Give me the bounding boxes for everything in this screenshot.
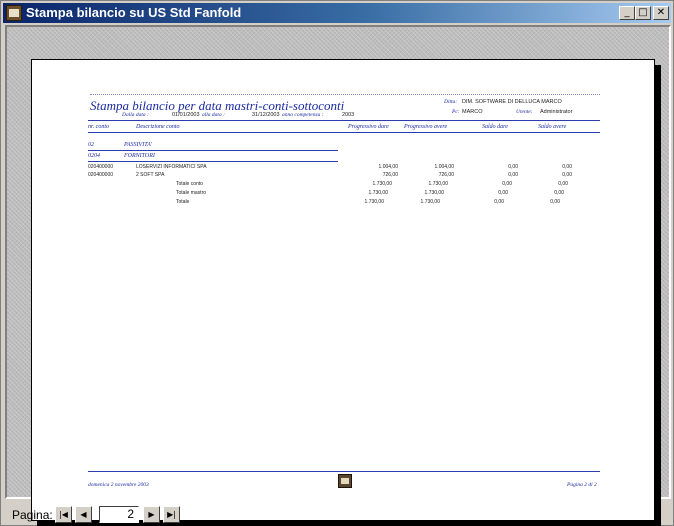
- page-number-input[interactable]: 2: [99, 506, 139, 523]
- alla-value: 31/12/2003: [252, 112, 280, 118]
- total-mastro-label: Totale mastro: [176, 190, 207, 196]
- row-1-code: 020400000: [88, 164, 114, 170]
- minimize-button[interactable]: _: [619, 6, 635, 20]
- row-2-avere: 726,00: [438, 172, 454, 178]
- col-progr-avere: Progressivo avere: [404, 124, 448, 130]
- title-bar[interactable]: Stampa bilancio su US Std Fanfold _ □ ✕: [3, 3, 671, 23]
- total-conto-dare: 1.730,00: [372, 181, 392, 187]
- dalla-label: Dalla data :: [122, 112, 149, 118]
- anno-label: anno competenza :: [282, 112, 324, 118]
- row-1-savere: 0,00: [562, 164, 572, 170]
- total-conto-sdare: 0,00: [502, 181, 512, 187]
- last-page-icon[interactable]: ▶|: [163, 506, 180, 523]
- mastro-desc: PASSIVITA': [124, 142, 153, 148]
- first-page-icon[interactable]: |◀: [55, 506, 72, 523]
- col-saldo-dare: Saldo dare: [482, 124, 508, 130]
- utente-label: Utente:: [516, 109, 533, 115]
- conto-desc: FORNITORI: [124, 153, 155, 159]
- col-saldo-avere: Saldo avere: [538, 124, 567, 130]
- total-dare: 1.730,00: [364, 199, 384, 205]
- pc-label: Pc:: [452, 109, 460, 115]
- total-mastro-avere: 1.730,00: [424, 190, 444, 196]
- footer-line: [88, 471, 600, 472]
- next-page-icon[interactable]: ▶: [143, 506, 160, 523]
- row-2-sdare: 0,00: [508, 172, 518, 178]
- logo-icon: [338, 474, 352, 488]
- total-conto-savere: 0,00: [558, 181, 568, 187]
- col-descrizione: Descrizione conto: [136, 124, 180, 130]
- anno-value: 2003: [342, 112, 355, 118]
- ditta-value: DIM. SOFTWARE DI DELLUCA MARCO: [462, 99, 562, 105]
- preview-area[interactable]: Stampa bilancio per data mastri-conti-so…: [5, 25, 671, 526]
- row-1-sdare: 0,00: [508, 164, 518, 170]
- footer-date: domenica 2 novembre 2003: [88, 482, 149, 488]
- row-1-dare: 1.004,00: [378, 164, 398, 170]
- report-page[interactable]: Stampa bilancio per data mastri-conti-so…: [31, 59, 655, 521]
- total-savere: 0,00: [550, 199, 560, 205]
- conto-line: [88, 161, 338, 162]
- utente-value: Administrator: [540, 109, 573, 115]
- prev-page-icon[interactable]: ◀: [75, 506, 92, 523]
- page-label: Pagina:: [12, 508, 53, 522]
- columns-line: [88, 132, 600, 133]
- row-2-code: 020400000: [88, 172, 114, 178]
- mastro-line: [88, 150, 338, 151]
- row-1-desc: LOSERVIZI INFORMATICI SPA: [136, 164, 207, 170]
- preview-window: Stampa bilancio su US Std Fanfold _ □ ✕ …: [0, 0, 674, 526]
- total-mastro-dare: 1.730,00: [368, 190, 388, 196]
- ditta-label: Ditta:: [444, 99, 458, 105]
- total-conto-label: Totale conto: [176, 181, 203, 187]
- total-label: Totale: [176, 199, 190, 205]
- app-icon: [6, 5, 22, 21]
- total-mastro-savere: 0,00: [554, 190, 564, 196]
- row-1-avere: 1.004,00: [434, 164, 454, 170]
- footer-page: Pagina 2 di 2: [567, 482, 597, 488]
- alla-label: alla data :: [202, 112, 225, 118]
- row-2-savere: 0,00: [562, 172, 572, 178]
- row-2-dare: 726,00: [382, 172, 398, 178]
- col-nr-conto: nr. conto: [88, 124, 109, 130]
- pc-value: MARCO: [462, 109, 483, 115]
- col-progr-dare: Progressivo dare: [348, 124, 389, 130]
- navigation-bar: Pagina: |◀ ◀ 2 ▶ ▶|: [1, 503, 674, 526]
- window-title: Stampa bilancio su US Std Fanfold: [26, 5, 242, 20]
- header-line: [88, 120, 600, 121]
- row-2-desc: 2 SOFT SPA: [136, 172, 165, 178]
- dalla-value: 01/01/2003: [172, 112, 200, 118]
- maximize-button[interactable]: □: [635, 6, 651, 20]
- total-conto-avere: 1.730,00: [428, 181, 448, 187]
- header-dotted-line: [90, 94, 600, 95]
- conto-code: 0204: [88, 153, 100, 159]
- close-button[interactable]: ✕: [653, 6, 669, 20]
- total-mastro-sdare: 0,00: [498, 190, 508, 196]
- mastro-code: 02: [88, 142, 94, 148]
- total-avere: 1.730,00: [420, 199, 440, 205]
- total-sdare: 0,00: [494, 199, 504, 205]
